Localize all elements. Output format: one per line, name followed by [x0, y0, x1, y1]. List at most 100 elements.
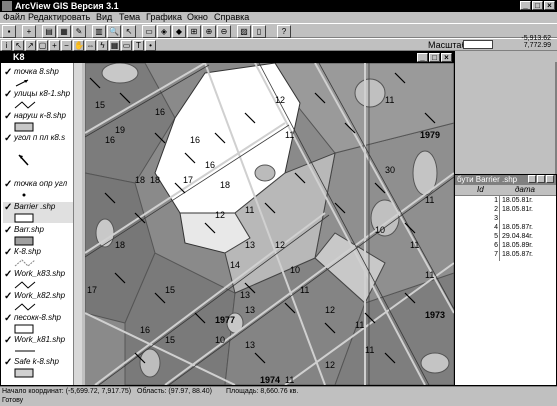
map-label: 11: [425, 195, 434, 205]
identify-icon[interactable]: i: [1, 40, 12, 51]
menu-edit[interactable]: Редактировать: [28, 12, 90, 23]
map-label: 18: [220, 180, 230, 190]
table-maximize-button[interactable]: [537, 175, 545, 183]
select-feature-icon[interactable]: ▨: [237, 25, 251, 38]
table-close-button[interactable]: [546, 175, 554, 183]
area-tool-icon[interactable]: ▦: [109, 40, 120, 51]
line-symbol-icon: [14, 101, 36, 109]
vertex-edit-icon[interactable]: ↗: [25, 40, 36, 51]
map-canvas[interactable]: 16 15 19 16 12 11 18 18 17 18 11 13 14 1…: [85, 63, 454, 385]
layer-visible-checkbox[interactable]: ✓: [4, 202, 12, 213]
map-label: 1974: [260, 375, 280, 385]
map-label: 11: [385, 95, 394, 105]
locate-icon[interactable]: ↖: [122, 25, 136, 38]
zoom-out-tool-icon[interactable]: −: [61, 40, 72, 51]
view-window: K8 _ □ × ✓ точка 8.shp ✓ улицы к8-1.shp …: [0, 51, 455, 386]
polygon-symbol-icon: [14, 213, 34, 223]
view-maximize-button[interactable]: □: [429, 53, 440, 62]
menu-window[interactable]: Окно: [187, 12, 208, 23]
map-label: 17: [87, 285, 97, 295]
layer-visible-checkbox[interactable]: ✓: [4, 67, 12, 78]
polygon-symbol-icon: [14, 236, 34, 246]
table-row[interactable]: 1 18.05.81г.: [455, 197, 556, 205]
layer-item-active[interactable]: ✓ Barrier .shp: [3, 202, 79, 223]
map-label: 18: [150, 175, 160, 185]
layer-visible-checkbox[interactable]: ✓: [4, 111, 12, 122]
layer-visible-checkbox[interactable]: ✓: [4, 335, 12, 346]
minimize-button[interactable]: _: [520, 1, 531, 10]
arrow-symbol-icon: [15, 79, 29, 87]
table-header: Id дата: [455, 185, 556, 196]
legend-editor-icon[interactable]: ▦: [57, 25, 71, 38]
column-header-date[interactable]: дата: [515, 185, 535, 195]
menu-file[interactable]: Файл: [3, 12, 25, 23]
polygon-symbol-icon: [14, 324, 34, 334]
maximize-button[interactable]: □: [532, 1, 543, 10]
layer-list-scrollbar[interactable]: [73, 63, 82, 385]
zoom-selected-icon[interactable]: ⊞: [187, 25, 201, 38]
layer-visible-checkbox[interactable]: ✓: [4, 247, 12, 258]
scale-input[interactable]: [463, 40, 493, 49]
map-label: 11: [425, 270, 434, 280]
layer-visible-checkbox[interactable]: ✓: [4, 357, 12, 368]
layer-visible-checkbox[interactable]: ✓: [4, 225, 12, 236]
table-row[interactable]: 5 29.04.84г.: [455, 233, 556, 241]
table-row[interactable]: 3: [455, 215, 556, 223]
query-icon[interactable]: ▭: [142, 25, 156, 38]
layer-visible-checkbox[interactable]: ✓: [4, 291, 12, 302]
zoom-out-icon[interactable]: ⊖: [217, 25, 231, 38]
open-table-icon[interactable]: ▥: [92, 25, 106, 38]
layer-visible-checkbox[interactable]: ✓: [4, 133, 12, 144]
layer-visible-checkbox[interactable]: ✓: [4, 179, 12, 190]
text-tool-icon[interactable]: T: [133, 40, 144, 51]
column-header-id[interactable]: Id: [477, 185, 484, 195]
map-label: 16: [140, 325, 150, 335]
map-label: 11: [365, 345, 374, 355]
pointer-icon[interactable]: ↖: [13, 40, 24, 51]
clear-select-icon[interactable]: ▯: [252, 25, 266, 38]
menu-help[interactable]: Справка: [214, 12, 249, 23]
zoom-in-icon[interactable]: ⊕: [202, 25, 216, 38]
map-label: 13: [245, 240, 255, 250]
add-theme-icon[interactable]: +: [22, 25, 36, 38]
table-row[interactable]: 2 18.05.81г.: [455, 206, 556, 214]
table-minimize-button[interactable]: [528, 175, 536, 183]
zoom-in-tool-icon[interactable]: +: [49, 40, 60, 51]
layer-name: Work_k83.shp: [14, 269, 66, 278]
pan-icon[interactable]: ✋: [73, 40, 84, 51]
close-button[interactable]: ×: [544, 1, 555, 10]
layer-visible-checkbox[interactable]: ✓: [4, 269, 12, 280]
select-tool-icon[interactable]: ▢: [37, 40, 48, 51]
find-icon[interactable]: 🔍: [107, 25, 121, 38]
help-icon[interactable]: ?: [277, 25, 291, 38]
table-row[interactable]: 6 18.05.89г.: [455, 242, 556, 250]
menu-view[interactable]: Вид: [96, 12, 112, 23]
view-minimize-button[interactable]: _: [417, 53, 428, 62]
map-label: 15: [95, 100, 105, 110]
edit-legend-icon[interactable]: ✎: [72, 25, 86, 38]
label-icon[interactable]: ▭: [121, 40, 132, 51]
map-label: 16: [155, 107, 165, 117]
map-label: 17: [183, 175, 193, 185]
map-label: 19: [115, 125, 125, 135]
table-row[interactable]: 4 18.05.87г.: [455, 224, 556, 232]
tool-bar: i ↖ ↗ ▢ + − ✋ ⇔ ϟ ▦ ▭ T • Масштаб: [0, 38, 557, 51]
measure-icon[interactable]: ⇔: [85, 40, 96, 51]
draw-tool-icon[interactable]: •: [145, 40, 156, 51]
map-label: 30: [385, 165, 395, 175]
menu-graphics[interactable]: Графика: [146, 12, 182, 23]
zoom-full-icon[interactable]: ◈: [157, 25, 171, 38]
menu-theme[interactable]: Тема: [119, 12, 140, 23]
view-close-button[interactable]: ×: [441, 53, 452, 62]
save-icon[interactable]: ▪: [2, 25, 16, 38]
layer-name: К-8.shp: [14, 247, 41, 256]
table-row[interactable]: 7 18.05.87г.: [455, 251, 556, 259]
point-symbol-icon: [22, 193, 26, 197]
layer-visible-checkbox[interactable]: ✓: [4, 89, 12, 100]
map-label: 11: [245, 205, 254, 215]
layer-visible-checkbox[interactable]: ✓: [4, 313, 12, 324]
zoom-active-icon[interactable]: ◆: [172, 25, 186, 38]
theme-props-icon[interactable]: ▤: [42, 25, 56, 38]
table-titlebar: бути Barrier .shp: [455, 175, 556, 185]
hotlink-icon[interactable]: ϟ: [97, 40, 108, 51]
